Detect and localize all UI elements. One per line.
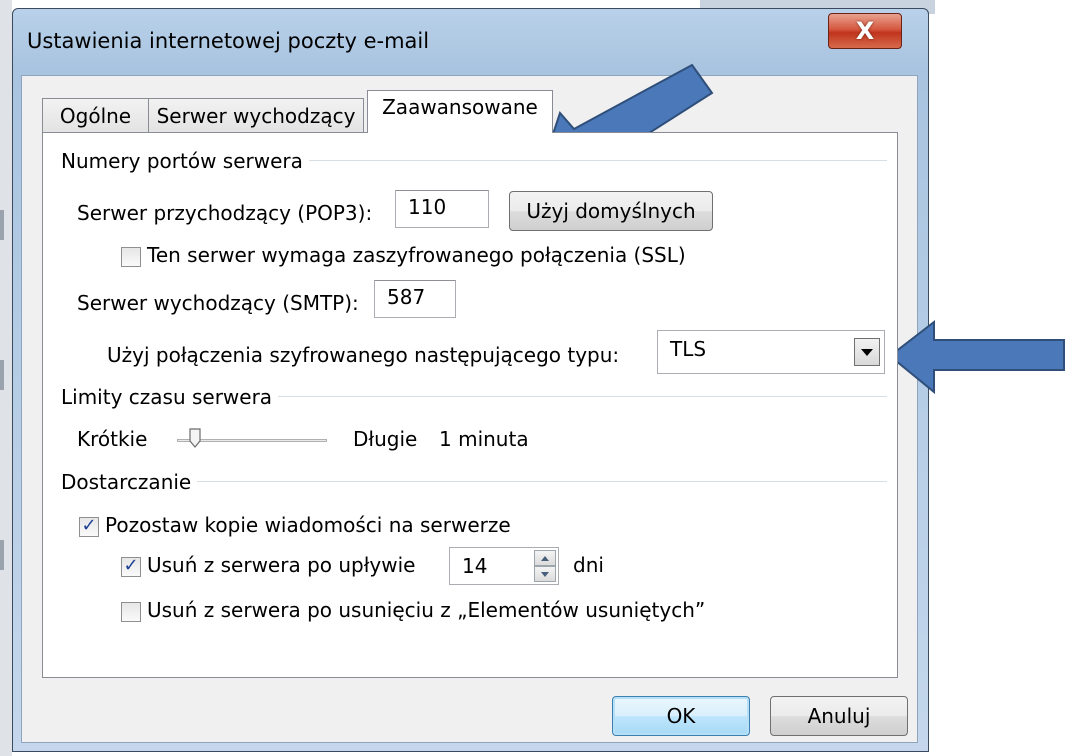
group-header-delivery: Dostarczanie xyxy=(61,470,887,494)
button-label: Użyj domyślnych xyxy=(526,199,696,223)
remove-deleted-label: Usuń z serwera po usunięciu z „Elementów… xyxy=(147,598,706,622)
tab-general[interactable]: Ogólne xyxy=(42,98,149,132)
annotation-arrow-to-combo xyxy=(888,319,1065,395)
tab-outgoing-server[interactable]: Serwer wychodzący xyxy=(148,98,364,132)
cancel-button[interactable]: Anuluj xyxy=(770,696,908,736)
timeout-value: 1 minuta xyxy=(439,427,529,451)
group-header-timeouts: Limity czasu serwera xyxy=(61,385,887,409)
days-spinner[interactable]: 14 xyxy=(449,547,559,585)
tab-advanced[interactable]: Zaawansowane xyxy=(367,90,553,133)
chevron-down-icon xyxy=(541,571,549,577)
group-title: Limity czasu serwera xyxy=(61,385,273,409)
timeout-short-label: Krótkie xyxy=(77,427,148,451)
email-settings-dialog: Ustawienia internetowej poczty e-mail X … xyxy=(12,8,929,752)
timeout-long-label: Długie xyxy=(353,427,418,451)
chevron-down-icon[interactable] xyxy=(854,338,880,366)
incoming-port-label: Serwer przychodzący (POP3): xyxy=(77,201,373,225)
background-mark xyxy=(0,540,4,570)
selected-value: TLS xyxy=(670,337,707,361)
spinner-buttons[interactable] xyxy=(534,550,556,582)
days-unit-label: dni xyxy=(573,553,604,577)
checkmark-icon: ✓ xyxy=(123,555,139,576)
incoming-port-input[interactable]: 110 xyxy=(395,190,489,228)
background-mark xyxy=(0,210,4,240)
ssl-checkbox-label: Ten serwer wymaga zaszyfrowanego połącze… xyxy=(147,243,686,267)
use-defaults-button[interactable]: Użyj domyślnych xyxy=(509,191,713,231)
chevron-up-icon xyxy=(541,555,549,561)
encryption-type-select[interactable]: TLS xyxy=(657,330,885,374)
encryption-type-label: Użyj połączenia szyfrowanego następujące… xyxy=(107,343,620,367)
button-label: Anuluj xyxy=(807,704,871,728)
close-icon: X xyxy=(855,17,875,45)
remove-after-label: Usuń z serwera po upływie xyxy=(147,553,416,577)
group-title: Numery portów serwera xyxy=(61,149,303,173)
tab-label: Zaawansowane xyxy=(382,95,538,119)
leave-copy-label: Pozostaw kopie wiadomości na serwerze xyxy=(105,513,511,537)
leave-copy-checkbox[interactable]: ✓ xyxy=(79,517,99,537)
days-value: 14 xyxy=(462,554,488,578)
dialog-client-area: Ogólne Serwer wychodzący Zaawansowane Nu… xyxy=(21,75,918,743)
dialog-title: Ustawienia internetowej poczty e-mail xyxy=(27,29,430,53)
remove-after-checkbox[interactable]: ✓ xyxy=(121,557,141,577)
spin-up-button[interactable] xyxy=(534,550,556,566)
close-button[interactable]: X xyxy=(828,13,902,49)
timeout-slider-thumb[interactable] xyxy=(189,428,201,448)
button-label: OK xyxy=(666,704,696,728)
remove-deleted-checkbox[interactable] xyxy=(121,602,141,622)
group-header-ports: Numery portów serwera xyxy=(61,149,887,173)
checkmark-icon: ✓ xyxy=(81,515,97,536)
tab-label: Serwer wychodzący xyxy=(156,103,356,128)
background-mark xyxy=(0,360,4,390)
advanced-tab-panel: Numery portów serwera Serwer przychodząc… xyxy=(42,132,898,678)
spin-down-button[interactable] xyxy=(534,566,556,582)
background-window-strip xyxy=(0,0,12,756)
ssl-checkbox[interactable] xyxy=(121,247,141,267)
group-divider xyxy=(308,160,887,162)
outgoing-port-input[interactable]: 587 xyxy=(374,280,456,318)
group-divider xyxy=(278,396,887,398)
group-divider xyxy=(197,481,887,483)
outgoing-port-label: Serwer wychodzący (SMTP): xyxy=(77,291,359,315)
ok-button[interactable]: OK xyxy=(612,696,750,736)
tab-label: Ogólne xyxy=(59,103,132,128)
group-title: Dostarczanie xyxy=(61,470,192,494)
